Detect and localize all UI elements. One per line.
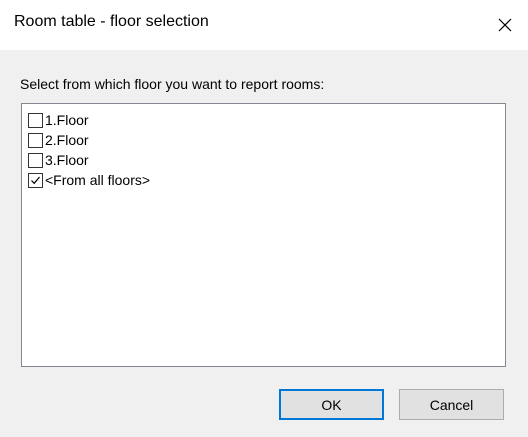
instruction-label: Select from which floor you want to repo…: [20, 76, 325, 92]
list-item-label: 1.Floor: [45, 112, 89, 128]
list-item-all-floors[interactable]: <From all floors>: [28, 170, 505, 190]
all-floors-checkbox[interactable]: [28, 172, 43, 188]
list-item-floor-2[interactable]: 2.Floor: [28, 130, 505, 150]
close-icon: [498, 18, 512, 32]
dialog-title: Room table - floor selection: [14, 13, 209, 30]
title-bar: Room table - floor selection: [0, 0, 528, 50]
list-item-label: <From all floors>: [45, 172, 151, 188]
checkmark-icon: [31, 176, 40, 184]
list-item-floor-1[interactable]: 1.Floor: [28, 110, 505, 130]
floor-selection-dialog: Room table - floor selection Select from…: [0, 0, 528, 437]
list-item-label: 2.Floor: [45, 132, 89, 148]
list-item-floor-3[interactable]: 3.Floor: [28, 150, 505, 170]
close-button[interactable]: [482, 0, 528, 50]
floor-2-checkbox[interactable]: [28, 132, 43, 148]
ok-button[interactable]: OK: [279, 389, 384, 420]
floor-listbox[interactable]: 1.Floor 2.Floor 3.Floor <From all floors…: [21, 103, 506, 367]
floor-3-checkbox[interactable]: [28, 152, 43, 168]
floor-1-checkbox[interactable]: [28, 112, 43, 128]
list-item-label: 3.Floor: [45, 152, 89, 168]
cancel-button[interactable]: Cancel: [399, 389, 504, 420]
